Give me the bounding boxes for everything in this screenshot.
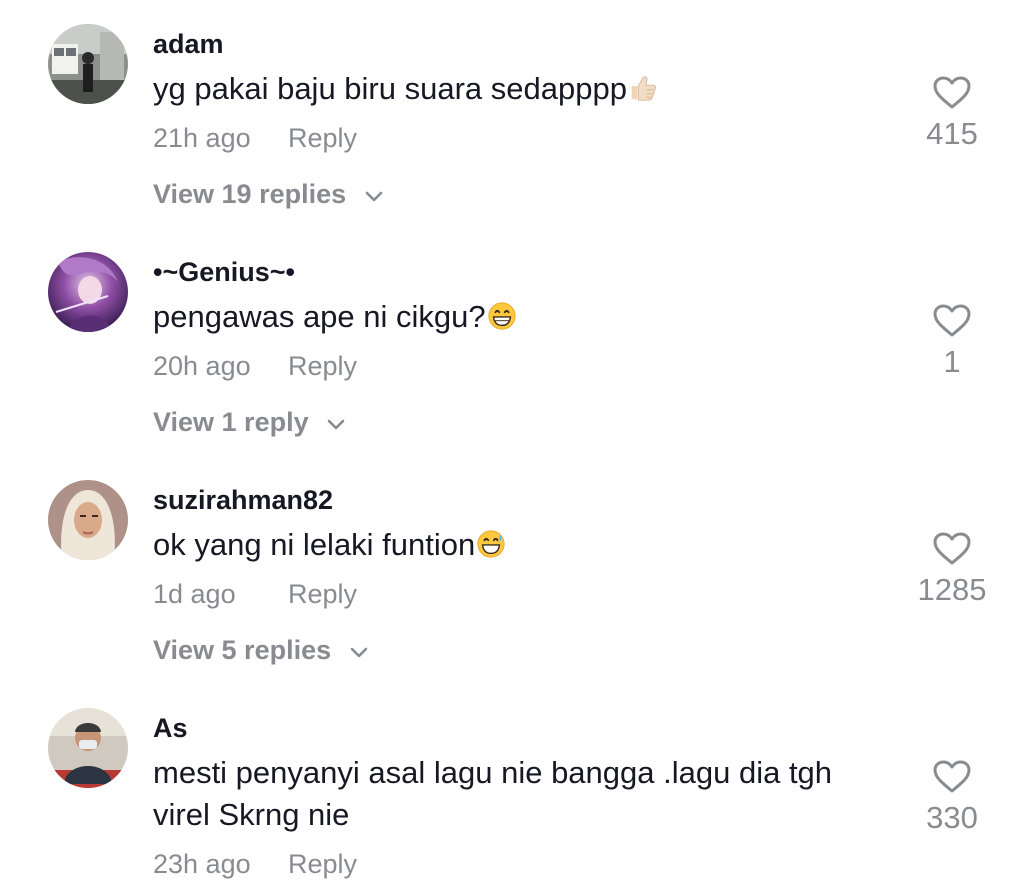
avatar[interactable] — [48, 252, 128, 332]
avatar[interactable] — [48, 708, 128, 788]
like-count: 330 — [926, 800, 978, 835]
like-control: 330 — [902, 760, 1002, 836]
username[interactable]: adam — [153, 28, 224, 60]
view-replies-button[interactable]: View 19 replies — [153, 178, 384, 210]
comment-text: yg pakai baju biru suara sedapppp — [153, 68, 893, 110]
timestamp: 21h ago — [153, 123, 251, 153]
like-count: 1285 — [917, 572, 987, 607]
comment-text: ok yang ni lelaki funtion — [153, 524, 893, 566]
thumbs-up-icon — [631, 76, 656, 101]
comment-text: mesti penyanyi asal lagu nie bangga .lag… — [153, 755, 833, 832]
avatar[interactable] — [48, 24, 128, 104]
reply-button[interactable]: Reply — [288, 350, 357, 382]
username[interactable]: As — [153, 712, 188, 744]
comment-meta: 23h ago Reply — [153, 848, 357, 880]
username[interactable]: •~Genius~• — [153, 256, 295, 288]
view-replies-label: View 19 replies — [153, 179, 347, 209]
view-replies-button[interactable]: View 5 replies — [153, 634, 369, 666]
reply-button[interactable]: Reply — [288, 578, 357, 610]
grinning-face-icon — [488, 302, 516, 330]
timestamp: 1d ago — [153, 579, 236, 609]
heart-icon[interactable] — [933, 304, 971, 338]
avatar[interactable] — [48, 480, 128, 560]
chevron-down-icon — [365, 191, 382, 202]
timestamp: 23h ago — [153, 849, 251, 879]
view-replies-button[interactable]: View 1 reply — [153, 406, 346, 438]
like-control: 1 — [902, 304, 1002, 380]
chevron-down-icon — [350, 647, 367, 658]
heart-icon[interactable] — [933, 532, 971, 566]
like-control: 1285 — [902, 532, 1002, 608]
comment-meta: 20h ago Reply — [153, 350, 357, 382]
username[interactable]: suzirahman82 — [153, 484, 333, 516]
comment-meta: 21h ago Reply — [153, 122, 357, 154]
comment-text: pengawas ape ni cikgu? — [153, 296, 893, 338]
reply-button[interactable]: Reply — [288, 122, 357, 154]
view-replies-label: View 1 reply — [153, 407, 309, 437]
chevron-down-icon — [327, 419, 345, 430]
view-replies-label: View 5 replies — [153, 635, 332, 665]
timestamp: 20h ago — [153, 351, 251, 381]
like-count: 415 — [926, 116, 978, 151]
reply-button[interactable]: Reply — [288, 848, 357, 880]
like-control: 415 — [902, 76, 1002, 152]
grinning-sweat-face-icon — [477, 530, 505, 558]
heart-icon[interactable] — [933, 76, 971, 110]
like-count: 1 — [943, 344, 961, 379]
comment-meta: 1d ago Reply — [153, 578, 357, 610]
heart-icon[interactable] — [933, 760, 971, 794]
